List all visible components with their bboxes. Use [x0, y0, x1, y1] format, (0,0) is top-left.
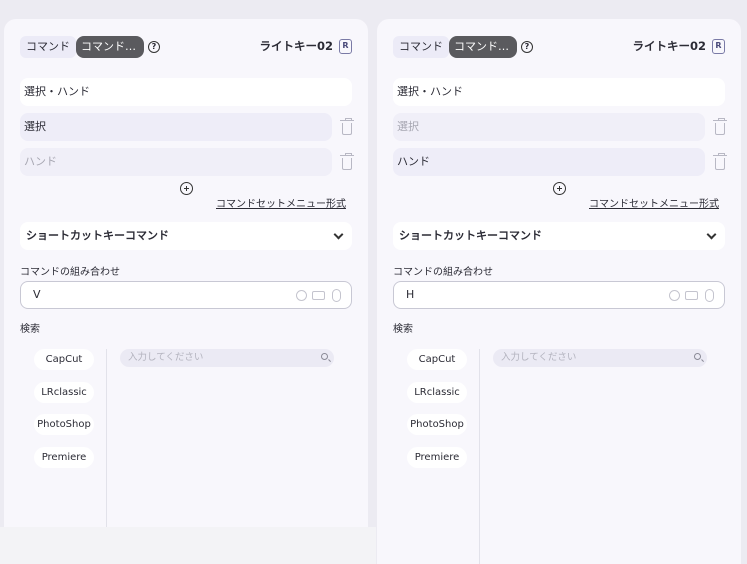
search-placeholder: 入力してください	[128, 352, 204, 363]
combo-input[interactable]: V	[20, 281, 352, 309]
app-item[interactable]: Premiere	[407, 447, 467, 468]
keyboard-icon[interactable]	[312, 291, 325, 300]
divider	[106, 349, 107, 527]
app-item[interactable]: LRclassic	[34, 382, 94, 403]
tab-group: コマンド コマンドセット ?	[393, 36, 533, 58]
app-item[interactable]: Premiere	[34, 447, 94, 468]
combo-value: V	[33, 288, 41, 301]
command-type-dropdown[interactable]: ショートカットキーコマンド	[393, 222, 725, 250]
tab-command-set[interactable]: コマンドセット	[449, 36, 517, 58]
add-command-icon[interactable]	[553, 182, 566, 195]
search-icon[interactable]	[694, 353, 701, 360]
clear-icon[interactable]	[296, 290, 307, 301]
combo-value: H	[406, 288, 415, 301]
app-item[interactable]: PhotoShop	[34, 414, 94, 435]
command-type-dropdown[interactable]: ショートカットキーコマンド	[20, 222, 352, 250]
mouse-icon[interactable]	[332, 289, 341, 302]
search-input[interactable]: 入力してください	[493, 349, 707, 367]
device-name: ライトキー02	[632, 39, 706, 53]
app-item[interactable]: CapCut	[407, 349, 467, 370]
device-badge: R	[712, 38, 725, 54]
command-item[interactable]: 選択	[20, 113, 332, 141]
chevron-down-icon	[706, 229, 717, 240]
mouse-icon[interactable]	[705, 289, 714, 302]
help-icon[interactable]: ?	[148, 41, 160, 53]
search-label: 検索	[20, 324, 40, 335]
command-item[interactable]: ハンド	[393, 148, 705, 176]
tab-command-set[interactable]: コマンドセット	[76, 36, 144, 58]
command-name-field[interactable]: 選択・ハンド	[393, 78, 725, 106]
command-panel-right: コマンド コマンドセット ? ライトキー02 R 選択・ハンド 選択 ハンド コ…	[377, 19, 741, 564]
search-placeholder: 入力してください	[501, 352, 577, 363]
command-item[interactable]: ハンド	[20, 148, 332, 176]
clear-icon[interactable]	[669, 290, 680, 301]
trash-icon[interactable]	[340, 118, 354, 135]
keyboard-icon[interactable]	[685, 291, 698, 300]
combo-label: コマンドの組み合わせ	[393, 267, 493, 278]
search-icon[interactable]	[321, 353, 328, 360]
device-badge: R	[339, 38, 352, 54]
search-input[interactable]: 入力してください	[120, 349, 334, 367]
tab-group: コマンド コマンドセット ?	[20, 36, 160, 58]
help-icon[interactable]: ?	[521, 41, 533, 53]
device-info: ライトキー02 R	[259, 38, 352, 54]
command-type-label: ショートカットキーコマンド	[26, 229, 169, 242]
add-command-icon[interactable]	[180, 182, 193, 195]
chevron-down-icon	[333, 229, 344, 240]
device-info: ライトキー02 R	[632, 38, 725, 54]
menu-format-link[interactable]: コマンドセットメニュー形式	[216, 195, 346, 210]
divider	[479, 349, 480, 564]
trash-icon[interactable]	[340, 153, 354, 170]
combo-label: コマンドの組み合わせ	[20, 267, 120, 278]
search-label: 検索	[393, 324, 413, 335]
tab-command[interactable]: コマンド	[393, 36, 449, 58]
command-panel-left: コマンド コマンドセット ? ライトキー02 R 選択・ハンド 選択 ハンド コ…	[4, 19, 368, 527]
menu-format-link[interactable]: コマンドセットメニュー形式	[589, 195, 719, 210]
app-item[interactable]: PhotoShop	[407, 414, 467, 435]
tab-command[interactable]: コマンド	[20, 36, 76, 58]
trash-icon[interactable]	[713, 118, 727, 135]
combo-input[interactable]: H	[393, 281, 725, 309]
app-item[interactable]: CapCut	[34, 349, 94, 370]
device-name: ライトキー02	[259, 39, 333, 53]
trash-icon[interactable]	[713, 153, 727, 170]
background-strip	[0, 527, 376, 564]
command-name-field[interactable]: 選択・ハンド	[20, 78, 352, 106]
command-type-label: ショートカットキーコマンド	[399, 229, 542, 242]
app-item[interactable]: LRclassic	[407, 382, 467, 403]
command-item[interactable]: 選択	[393, 113, 705, 141]
